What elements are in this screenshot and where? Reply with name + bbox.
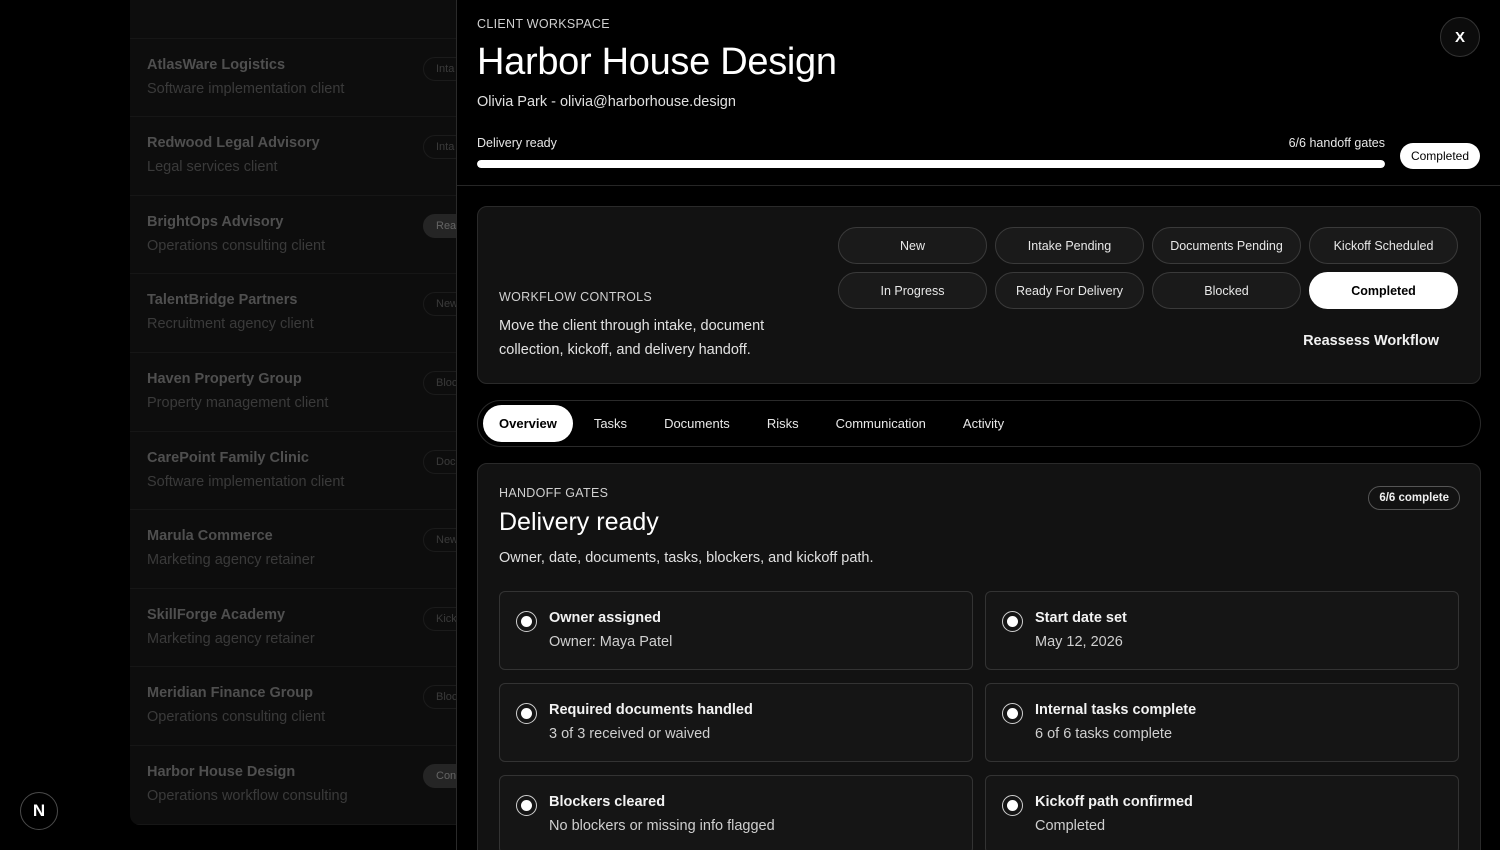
checked-radio-icon [1002,703,1023,724]
gate-detail: 3 of 3 received or waived [549,726,711,742]
tab-documents[interactable]: Documents [648,405,746,442]
progress-labels: Delivery ready 6/6 handoff gates [477,136,1385,150]
client-name: CarePoint Family Clinic [147,449,309,466]
client-type: Operations consulting client [147,237,326,254]
gate-title: Owner assigned [549,610,662,626]
gate-title: Internal tasks complete [1035,702,1197,718]
tab-overview[interactable]: Overview [483,405,573,442]
stage-button-kickoff-scheduled[interactable]: Kickoff Scheduled [1309,227,1458,264]
workspace-eyebrow: CLIENT WORKSPACE [477,17,610,31]
workflow-controls-card: WORKFLOW CONTROLS Move the client throug… [477,206,1481,384]
client-list-item[interactable]: SkillForge Academy Marketing agency retai… [130,589,470,668]
client-type: Operations consulting client [147,709,326,726]
gates-eyebrow: HANDOFF GATES [499,486,609,500]
gates-count-badge: 6/6 complete [1368,486,1460,510]
client-name: Meridian Finance Group [147,685,313,702]
stage-button-documents-pending[interactable]: Documents Pending [1152,227,1301,264]
handoff-gates-card: HANDOFF GATES Delivery ready Owner, date… [477,463,1481,850]
client-type: Operations workflow consulting [147,787,348,804]
checked-radio-icon [1002,795,1023,816]
gates-title: Delivery ready [499,508,659,536]
client-name: Haven Property Group [147,370,302,387]
checked-radio-icon [516,795,537,816]
tab-tasks[interactable]: Tasks [578,405,643,442]
stage-button-blocked[interactable]: Blocked [1152,272,1301,309]
gate-detail: Owner: Maya Patel [549,634,673,650]
client-type: Recruitment agency client [147,316,314,333]
client-contact: Olivia Park - olivia@harborhouse.design [477,94,736,110]
client-name: Marula Commerce [147,528,273,545]
client-type: Property management client [147,394,329,411]
checked-radio-icon [516,611,537,632]
client-type: Software implementation client [147,80,345,97]
checked-radio-icon [516,703,537,724]
stage-button-intake-pending[interactable]: Intake Pending [995,227,1144,264]
client-list-item[interactable]: TalentBridge Partners Recruitment agency … [130,274,470,353]
section-tabs: Overview Tasks Documents Risks Communication… [477,400,1481,447]
client-list-item[interactable]: CarePoint Family Clinic Software implemen… [130,432,470,511]
status-badge: Completed [1399,143,1480,169]
gate-detail: 6 of 6 tasks complete [1035,726,1173,742]
app-logo[interactable]: N [20,792,58,830]
client-list-item[interactable]: Redwood Legal Advisory Legal services cli… [130,117,470,196]
client-type: Software implementation client [147,473,345,490]
tab-risks[interactable]: Risks [751,405,815,442]
client-name: AtlasWare Logistics [147,56,286,73]
drawer-header: CLIENT WORKSPACE Harbor House Design Oli… [457,0,1500,186]
gate-title: Kickoff path confirmed [1035,794,1193,810]
client-list-item[interactable]: Harbor House Design Operations workflow c… [130,746,470,825]
gate-title: Blockers cleared [549,794,666,810]
gate-item: Internal tasks complete 6 of 6 tasks comp… [985,683,1459,762]
client-list-item[interactable]: AtlasWare Logistics Software implementati… [130,39,470,118]
client-list-item[interactable]: Operations consulting client [130,0,470,39]
client-workspace-drawer: CLIENT WORKSPACE Harbor House Design Oli… [456,0,1500,850]
client-name: SkillForge Academy [147,606,286,623]
client-list-item[interactable]: BrightOps Advisory Operations consulting … [130,196,470,275]
client-list-item[interactable]: Meridian Finance Group Operations consult… [130,667,470,746]
client-type: Marketing agency retainer [147,552,315,569]
client-list-item[interactable]: Haven Property Group Property management … [130,353,470,432]
client-list: Operations consulting clientAtlasWare Lo… [130,0,470,825]
gate-item: Kickoff path confirmed Completed [985,775,1459,850]
tab-communication[interactable]: Communication [820,405,942,442]
gate-item: Start date set May 12, 2026 [985,591,1459,670]
controls-eyebrow: WORKFLOW CONTROLS [499,290,653,304]
stage-button-completed[interactable]: Completed [1309,272,1458,309]
client-type: Marketing agency retainer [147,630,315,647]
stage-button-new[interactable]: New [838,227,987,264]
progress-label: Delivery ready [477,136,557,150]
client-list-item[interactable]: Marula Commerce Marketing agency retainer… [130,510,470,589]
gate-list: Owner assigned Owner: Maya Patel Start dat… [499,591,1459,850]
gate-detail: No blockers or missing info flagged [549,818,775,834]
close-button[interactable]: X [1440,17,1480,57]
gate-detail: May 12, 2026 [1035,634,1123,650]
client-title: Harbor House Design [477,41,837,83]
client-type: Legal services client [147,159,278,176]
gate-item: Blockers cleared No blockers or missing i… [499,775,973,850]
client-name: TalentBridge Partners [147,292,298,309]
progress-bar-fill [477,160,1385,168]
gate-item: Required documents handled 3 of 3 receive… [499,683,973,762]
controls-description: Move the client through intake, document… [499,318,765,358]
gate-title: Required documents handled [549,702,753,718]
gate-title: Start date set [1035,610,1127,626]
stage-button-in-progress[interactable]: In Progress [838,272,987,309]
progress-bar [477,160,1385,168]
client-name: Harbor House Design [147,763,296,780]
stage-buttons: New Intake Pending Documents Pending Kickof… [838,227,1458,309]
tab-activity[interactable]: Activity [947,405,1020,442]
gate-detail: Completed [1035,818,1106,834]
checked-radio-icon [1002,611,1023,632]
gates-description: Owner, date, documents, tasks, blockers,… [499,550,874,566]
gate-item: Owner assigned Owner: Maya Patel [499,591,973,670]
stage-button-ready-for-delivery[interactable]: Ready For Delivery [995,272,1144,309]
reassess-workflow-button[interactable]: Reassess Workflow [1303,333,1439,349]
progress-count: 6/6 handoff gates [1288,136,1385,150]
client-name: Redwood Legal Advisory [147,135,320,152]
client-name: BrightOps Advisory [147,213,284,230]
